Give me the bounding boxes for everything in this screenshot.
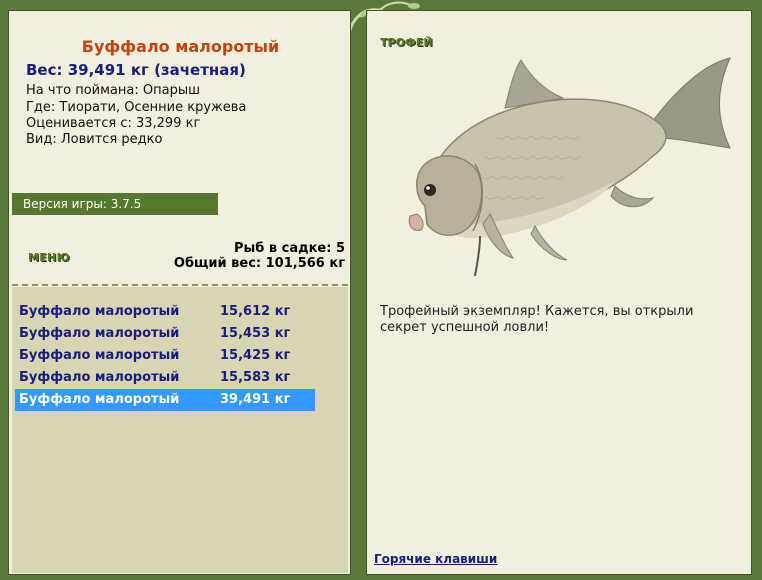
- catch-row[interactable]: Буффало малоротый 15,583 кг: [15, 367, 315, 389]
- catch-name: Буффало малоротый: [19, 326, 180, 341]
- catch-weight: 15,425 кг: [220, 348, 291, 363]
- catch-row[interactable]: Буффало малоротый 15,425 кг: [15, 345, 315, 367]
- hotkeys-link[interactable]: Горячие клавиши: [374, 552, 497, 566]
- keepnet-count: Рыб в садке: 5: [233, 241, 345, 256]
- trophy-panel: ТРОФЕЙ Трофейный экземпляр! Кажется, вы …: [366, 10, 752, 575]
- fish-weight: Вес: 39,491 кг (зачетная): [26, 61, 246, 79]
- catch-weight: 15,583 кг: [220, 370, 291, 385]
- location-info: Где: Тиорати, Осенние кружева: [26, 100, 247, 115]
- fish-image: [408, 57, 731, 277]
- catch-name: Буффало малоротый: [19, 348, 180, 363]
- rarity-info: Вид: Ловится редко: [26, 132, 163, 147]
- valued-from-info: Оценивается с: 33,299 кг: [26, 116, 201, 131]
- catch-weight: 39,491 кг: [220, 392, 291, 407]
- catch-name: Буффало малоротый: [19, 392, 180, 407]
- menu-button[interactable]: МЕНЮ: [28, 251, 70, 264]
- catch-name: Буффало малоротый: [19, 370, 180, 385]
- catch-row[interactable]: Буффало малоротый 15,612 кг: [15, 301, 315, 323]
- version-bar: Версия игры: 3.7.5: [12, 193, 218, 215]
- catch-info-panel: Буффало малоротый Вес: 39,491 кг (зачетн…: [8, 10, 351, 575]
- catch-list: Буффало малоротый 15,612 кг Буффало мало…: [12, 287, 348, 573]
- keepnet-total: Общий вес: 101,566 кг: [173, 256, 345, 271]
- divider: [12, 284, 348, 286]
- catch-weight: 15,453 кг: [220, 326, 291, 341]
- catch-row-selected[interactable]: Буффало малоротый 39,491 кг: [15, 389, 315, 411]
- catch-name: Буффало малоротый: [19, 304, 180, 319]
- game-window: Буффало малоротый Вес: 39,491 кг (зачетн…: [0, 0, 762, 580]
- keepnet-summary: Рыб в садке: 5 Общий вес: 101,566 кг: [174, 241, 345, 271]
- bait-info: На что поймана: Опарыш: [26, 83, 200, 98]
- catch-weight: 15,612 кг: [220, 304, 291, 319]
- catch-row[interactable]: Буффало малоротый 15,453 кг: [15, 323, 315, 345]
- fish-title: Буффало малоротый: [81, 37, 280, 56]
- trophy-message: Трофейный экземпляр! Кажется, вы открыли…: [380, 304, 694, 335]
